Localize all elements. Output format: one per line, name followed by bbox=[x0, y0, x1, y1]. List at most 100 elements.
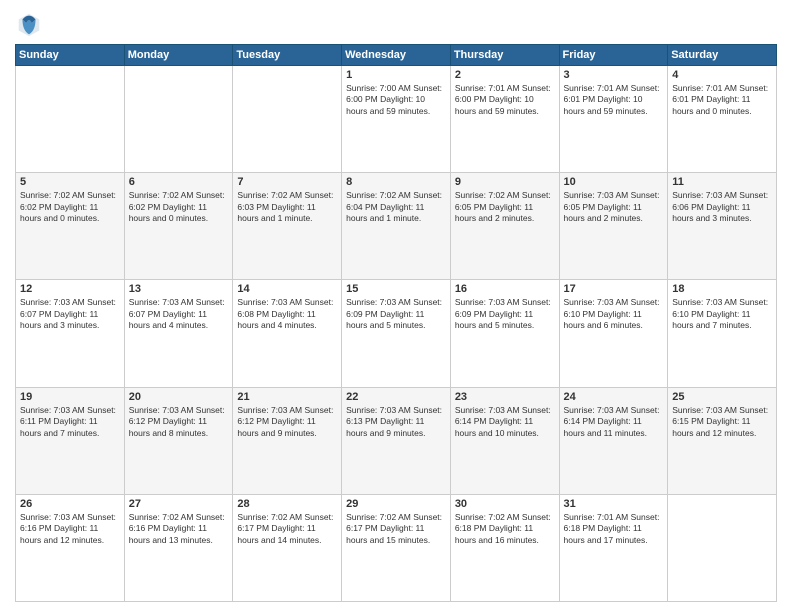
calendar-cell: 5 Sunrise: 7:02 AM Sunset: 6:02 PM Daylig… bbox=[16, 173, 125, 280]
header bbox=[15, 10, 777, 38]
day-number: 4 bbox=[672, 69, 772, 81]
day-info: Sunrise: 7:01 AM Sunset: 6:00 PM Dayligh… bbox=[455, 83, 555, 117]
weekday-header-tuesday: Tuesday bbox=[233, 45, 342, 66]
weekday-header-wednesday: Wednesday bbox=[342, 45, 451, 66]
day-number: 11 bbox=[672, 176, 772, 188]
day-info: Sunrise: 7:03 AM Sunset: 6:12 PM Dayligh… bbox=[237, 405, 337, 439]
calendar-cell bbox=[16, 66, 125, 173]
day-info: Sunrise: 7:01 AM Sunset: 6:18 PM Dayligh… bbox=[564, 512, 664, 546]
day-info: Sunrise: 7:03 AM Sunset: 6:15 PM Dayligh… bbox=[672, 405, 772, 439]
logo-icon bbox=[15, 10, 43, 38]
day-number: 3 bbox=[564, 69, 664, 81]
day-info: Sunrise: 7:02 AM Sunset: 6:03 PM Dayligh… bbox=[237, 190, 337, 224]
day-number: 19 bbox=[20, 391, 120, 403]
day-info: Sunrise: 7:03 AM Sunset: 6:12 PM Dayligh… bbox=[129, 405, 229, 439]
weekday-header-row: SundayMondayTuesdayWednesdayThursdayFrid… bbox=[16, 45, 777, 66]
day-number: 7 bbox=[237, 176, 337, 188]
calendar-cell: 27 Sunrise: 7:02 AM Sunset: 6:16 PM Dayli… bbox=[124, 494, 233, 601]
calendar-cell: 17 Sunrise: 7:03 AM Sunset: 6:10 PM Dayli… bbox=[559, 280, 668, 387]
logo bbox=[15, 10, 47, 38]
calendar-cell: 6 Sunrise: 7:02 AM Sunset: 6:02 PM Daylig… bbox=[124, 173, 233, 280]
day-info: Sunrise: 7:01 AM Sunset: 6:01 PM Dayligh… bbox=[672, 83, 772, 117]
calendar-cell bbox=[668, 494, 777, 601]
weekday-header-monday: Monday bbox=[124, 45, 233, 66]
day-number: 22 bbox=[346, 391, 446, 403]
calendar-cell: 30 Sunrise: 7:02 AM Sunset: 6:18 PM Dayli… bbox=[450, 494, 559, 601]
calendar-cell: 14 Sunrise: 7:03 AM Sunset: 6:08 PM Dayli… bbox=[233, 280, 342, 387]
day-number: 31 bbox=[564, 498, 664, 510]
day-info: Sunrise: 7:02 AM Sunset: 6:17 PM Dayligh… bbox=[237, 512, 337, 546]
calendar-cell bbox=[233, 66, 342, 173]
calendar-cell bbox=[124, 66, 233, 173]
calendar-cell: 4 Sunrise: 7:01 AM Sunset: 6:01 PM Daylig… bbox=[668, 66, 777, 173]
day-info: Sunrise: 7:03 AM Sunset: 6:07 PM Dayligh… bbox=[129, 297, 229, 331]
calendar-cell: 23 Sunrise: 7:03 AM Sunset: 6:14 PM Dayli… bbox=[450, 387, 559, 494]
day-number: 8 bbox=[346, 176, 446, 188]
day-info: Sunrise: 7:03 AM Sunset: 6:09 PM Dayligh… bbox=[346, 297, 446, 331]
calendar-cell: 8 Sunrise: 7:02 AM Sunset: 6:04 PM Daylig… bbox=[342, 173, 451, 280]
day-number: 2 bbox=[455, 69, 555, 81]
day-number: 27 bbox=[129, 498, 229, 510]
day-number: 17 bbox=[564, 283, 664, 295]
day-number: 25 bbox=[672, 391, 772, 403]
day-info: Sunrise: 7:03 AM Sunset: 6:10 PM Dayligh… bbox=[564, 297, 664, 331]
day-info: Sunrise: 7:02 AM Sunset: 6:02 PM Dayligh… bbox=[20, 190, 120, 224]
calendar-week-3: 19 Sunrise: 7:03 AM Sunset: 6:11 PM Dayli… bbox=[16, 387, 777, 494]
weekday-header-sunday: Sunday bbox=[16, 45, 125, 66]
day-number: 20 bbox=[129, 391, 229, 403]
calendar-week-1: 5 Sunrise: 7:02 AM Sunset: 6:02 PM Daylig… bbox=[16, 173, 777, 280]
day-info: Sunrise: 7:03 AM Sunset: 6:14 PM Dayligh… bbox=[455, 405, 555, 439]
day-info: Sunrise: 7:03 AM Sunset: 6:13 PM Dayligh… bbox=[346, 405, 446, 439]
day-info: Sunrise: 7:02 AM Sunset: 6:17 PM Dayligh… bbox=[346, 512, 446, 546]
calendar-cell: 28 Sunrise: 7:02 AM Sunset: 6:17 PM Dayli… bbox=[233, 494, 342, 601]
day-info: Sunrise: 7:03 AM Sunset: 6:08 PM Dayligh… bbox=[237, 297, 337, 331]
weekday-header-saturday: Saturday bbox=[668, 45, 777, 66]
day-number: 23 bbox=[455, 391, 555, 403]
day-number: 21 bbox=[237, 391, 337, 403]
calendar-cell: 2 Sunrise: 7:01 AM Sunset: 6:00 PM Daylig… bbox=[450, 66, 559, 173]
calendar-cell: 21 Sunrise: 7:03 AM Sunset: 6:12 PM Dayli… bbox=[233, 387, 342, 494]
day-number: 28 bbox=[237, 498, 337, 510]
calendar-cell: 9Sunrise: 7:02 AM Sunset: 6:05 PM Daylig… bbox=[450, 173, 559, 280]
day-info: Sunrise: 7:01 AM Sunset: 6:01 PM Dayligh… bbox=[564, 83, 664, 117]
day-number: 29 bbox=[346, 498, 446, 510]
page: SundayMondayTuesdayWednesdayThursdayFrid… bbox=[0, 0, 792, 612]
calendar-cell: 13 Sunrise: 7:03 AM Sunset: 6:07 PM Dayli… bbox=[124, 280, 233, 387]
calendar-cell: 19 Sunrise: 7:03 AM Sunset: 6:11 PM Dayli… bbox=[16, 387, 125, 494]
calendar-cell: 20 Sunrise: 7:03 AM Sunset: 6:12 PM Dayli… bbox=[124, 387, 233, 494]
day-info: Sunrise: 7:03 AM Sunset: 6:07 PM Dayligh… bbox=[20, 297, 120, 331]
day-number: 1 bbox=[346, 69, 446, 81]
day-number: 15 bbox=[346, 283, 446, 295]
calendar-cell: 12Sunrise: 7:03 AM Sunset: 6:07 PM Dayli… bbox=[16, 280, 125, 387]
calendar-cell: 18 Sunrise: 7:03 AM Sunset: 6:10 PM Dayli… bbox=[668, 280, 777, 387]
day-info: Sunrise: 7:03 AM Sunset: 6:10 PM Dayligh… bbox=[672, 297, 772, 331]
day-number: 9 bbox=[455, 176, 555, 188]
day-info: Sunrise: 7:03 AM Sunset: 6:09 PM Dayligh… bbox=[455, 297, 555, 331]
day-number: 30 bbox=[455, 498, 555, 510]
weekday-header-friday: Friday bbox=[559, 45, 668, 66]
day-number: 24 bbox=[564, 391, 664, 403]
day-info: Sunrise: 7:02 AM Sunset: 6:04 PM Dayligh… bbox=[346, 190, 446, 224]
day-info: Sunrise: 7:03 AM Sunset: 6:05 PM Dayligh… bbox=[564, 190, 664, 224]
day-info: Sunrise: 7:02 AM Sunset: 6:02 PM Dayligh… bbox=[129, 190, 229, 224]
calendar-cell: 26Sunrise: 7:03 AM Sunset: 6:16 PM Dayli… bbox=[16, 494, 125, 601]
day-info: Sunrise: 7:02 AM Sunset: 6:18 PM Dayligh… bbox=[455, 512, 555, 546]
calendar-week-4: 26Sunrise: 7:03 AM Sunset: 6:16 PM Dayli… bbox=[16, 494, 777, 601]
calendar-cell: 24Sunrise: 7:03 AM Sunset: 6:14 PM Dayli… bbox=[559, 387, 668, 494]
day-number: 5 bbox=[20, 176, 120, 188]
calendar-cell: 10 Sunrise: 7:03 AM Sunset: 6:05 PM Dayli… bbox=[559, 173, 668, 280]
day-number: 13 bbox=[129, 283, 229, 295]
calendar-cell: 31 Sunrise: 7:01 AM Sunset: 6:18 PM Dayli… bbox=[559, 494, 668, 601]
calendar-cell: 11Sunrise: 7:03 AM Sunset: 6:06 PM Dayli… bbox=[668, 173, 777, 280]
day-number: 14 bbox=[237, 283, 337, 295]
day-number: 18 bbox=[672, 283, 772, 295]
calendar-week-0: 1 Sunrise: 7:00 AM Sunset: 6:00 PM Daylig… bbox=[16, 66, 777, 173]
day-info: Sunrise: 7:03 AM Sunset: 6:11 PM Dayligh… bbox=[20, 405, 120, 439]
day-info: Sunrise: 7:02 AM Sunset: 6:16 PM Dayligh… bbox=[129, 512, 229, 546]
day-info: Sunrise: 7:00 AM Sunset: 6:00 PM Dayligh… bbox=[346, 83, 446, 117]
day-number: 6 bbox=[129, 176, 229, 188]
calendar-cell: 16Sunrise: 7:03 AM Sunset: 6:09 PM Dayli… bbox=[450, 280, 559, 387]
day-number: 10 bbox=[564, 176, 664, 188]
calendar-cell: 29 Sunrise: 7:02 AM Sunset: 6:17 PM Dayli… bbox=[342, 494, 451, 601]
calendar-cell: 3 Sunrise: 7:01 AM Sunset: 6:01 PM Daylig… bbox=[559, 66, 668, 173]
